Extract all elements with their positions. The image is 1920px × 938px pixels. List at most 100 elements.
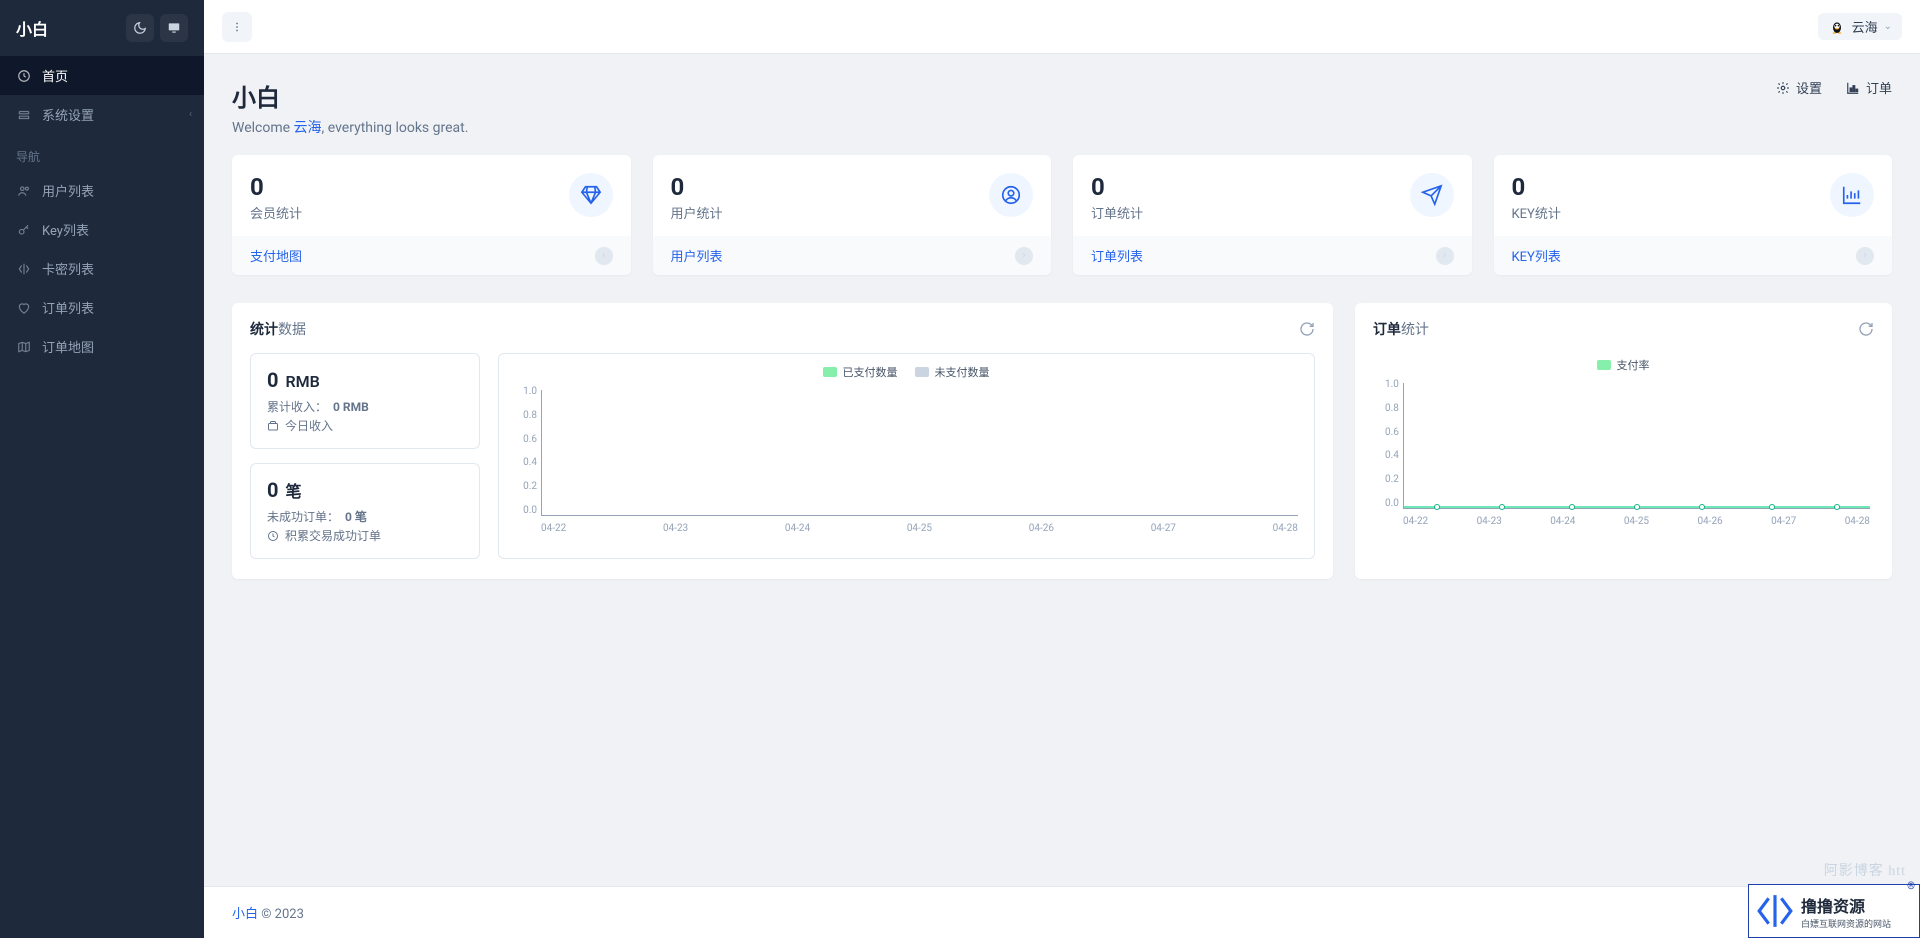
sidebar-item-users[interactable]: 用户列表 (0, 171, 204, 210)
chevron-left-icon: ‹ (189, 109, 192, 120)
sidebar-item-order-map[interactable]: 订单地图 (0, 327, 204, 366)
chevron-down-icon: ⌄ (1884, 21, 1892, 32)
refresh-button[interactable] (1299, 321, 1315, 337)
stat-label: 会员统计 (250, 203, 302, 222)
stats-row: 0 会员统计 支付地图 › 0 用户统计 用户列表 › (232, 155, 1892, 275)
x-axis: 04-2204-2304-2404-2504-2604-2704-28 (541, 523, 1298, 534)
monitor-button[interactable] (160, 14, 188, 42)
chart-payrate: 支付率 1.00.80.60.40.20.0 04-2204-2304-24 (1373, 353, 1874, 527)
stat-card-members: 0 会员统计 支付地图 › (232, 155, 631, 275)
sidebar-item-orders[interactable]: 订单列表 (0, 288, 204, 327)
refresh-button[interactable] (1858, 321, 1874, 337)
badge-subtitle: 白嫖互联网资源的网站 (1801, 917, 1891, 930)
stat-link[interactable]: 用户列表 (671, 246, 723, 265)
sidebar-item-label: 订单列表 (42, 298, 94, 317)
welcome-user-link[interactable]: 云海 (294, 120, 322, 136)
qq-penguin-icon (1828, 18, 1846, 36)
sidebar-item-settings[interactable]: 系统设置 ‹ (0, 95, 204, 134)
welcome-suffix: , everything looks great. (322, 120, 469, 136)
orders-link[interactable]: 订单 (1846, 78, 1892, 97)
footer-brand-link[interactable]: 小白 (232, 907, 258, 922)
refresh-icon (1299, 321, 1315, 337)
brand[interactable]: 小白 (16, 16, 48, 40)
mini-value: 0 笔 (267, 478, 463, 502)
key-icon (16, 222, 32, 238)
head-links: 设置 订单 (1776, 78, 1892, 97)
gear-icon (1776, 81, 1790, 95)
chart-payments: 已支付数量 未支付数量 1.00.80.60.40.20.0 04-2204-2… (498, 353, 1315, 559)
clock-icon (267, 530, 279, 542)
arrow-right-icon[interactable]: › (595, 247, 613, 265)
chart-area: 1.00.80.60.40.20.0 04-2204-2304-2404-250… (511, 386, 1302, 534)
map-icon (16, 339, 32, 355)
sidebar-item-label: 订单地图 (42, 337, 94, 356)
sidebar-header-icons (126, 14, 188, 42)
sidebar: 小白 首页 系统设置 ‹ 导航 用户列表 Key列表 卡密列表 订单列表 (0, 0, 204, 938)
more-button[interactable] (222, 12, 252, 42)
plot (541, 390, 1298, 516)
site-badge[interactable]: ® 撸撸资源 白嫖互联网资源的网站 (1748, 884, 1920, 938)
data-line (1404, 506, 1870, 508)
monitor-icon (167, 21, 181, 35)
refresh-icon (1858, 321, 1874, 337)
plot (1403, 383, 1870, 509)
stat-value: 0 (1091, 173, 1143, 201)
footer: 小白 © 2023 (204, 886, 1920, 938)
link-label: 订单 (1866, 78, 1892, 97)
footer-copyright: © 2023 (258, 907, 304, 922)
stat-link[interactable]: 订单列表 (1091, 246, 1143, 265)
panel-title: 订单统计 (1373, 319, 1429, 339)
legend-item[interactable]: 未支付数量 (915, 364, 989, 380)
chart-icon (1830, 173, 1874, 217)
sidebar-header: 小白 (0, 0, 204, 56)
chart-legend: 支付率 (1373, 357, 1874, 373)
dark-mode-toggle[interactable] (126, 14, 154, 42)
settings-icon (16, 107, 32, 123)
legend-item[interactable]: 已支付数量 (823, 364, 897, 380)
user-name: 云海 (1852, 17, 1878, 36)
wallet-icon (267, 420, 279, 432)
sidebar-item-home[interactable]: 首页 (0, 56, 204, 95)
stat-value: 0 (1512, 173, 1561, 201)
mini-card-orders: 0 笔 未成功订单：0 笔 积累交易成功订单 (250, 463, 480, 559)
moon-icon (133, 21, 147, 35)
panel-order-stats: 订单统计 支付率 1.00.80.60.40.20.0 (1355, 303, 1892, 579)
watermark: 阿影博客 htt (1824, 860, 1906, 880)
panel-title: 统计数据 (250, 319, 306, 339)
mini-card-income: 0 RMB 累计收入：0 RMB 今日收入 (250, 353, 480, 449)
mini-line: 积累交易成功订单 (267, 527, 463, 544)
dots-vertical-icon (230, 20, 244, 34)
user-menu[interactable]: 云海 ⌄ (1818, 13, 1902, 40)
stat-card-keys: 0 KEY统计 KEY列表› (1494, 155, 1893, 275)
sidebar-item-label: 系统设置 (42, 105, 94, 124)
legend-item[interactable]: 支付率 (1597, 357, 1649, 373)
panels-row: 统计数据 0 RMB 累计收入：0 RMB 今日收入 (232, 303, 1892, 579)
bar-chart-icon (1846, 81, 1860, 95)
main: 云海 ⌄ 小白 Welcome 云海, everything looks gre… (204, 0, 1920, 938)
settings-link[interactable]: 设置 (1776, 78, 1822, 97)
mini-line: 今日收入 (267, 417, 463, 434)
stat-card-users: 0 用户统计 用户列表 › (653, 155, 1052, 275)
arrow-right-icon[interactable]: › (1015, 247, 1033, 265)
sidebar-item-keys[interactable]: Key列表 (0, 210, 204, 249)
dashboard-icon (16, 68, 32, 84)
arrow-right-icon[interactable]: › (1856, 247, 1874, 265)
page-subtitle: Welcome 云海, everything looks great. (232, 117, 468, 137)
diamond-icon (569, 173, 613, 217)
content: 小白 Welcome 云海, everything looks great. 设… (204, 54, 1920, 886)
stat-link[interactable]: 支付地图 (250, 246, 302, 265)
sidebar-item-cards[interactable]: 卡密列表 (0, 249, 204, 288)
stat-link[interactable]: KEY列表 (1512, 246, 1561, 265)
arrow-right-icon[interactable]: › (1436, 247, 1454, 265)
stat-value: 0 (671, 173, 723, 201)
chart-legend: 已支付数量 未支付数量 (511, 364, 1302, 380)
badge-logo-icon (1755, 891, 1795, 931)
sidebar-item-label: 卡密列表 (42, 259, 94, 278)
badge-title: 撸撸资源 (1801, 893, 1891, 917)
panel-statistics: 统计数据 0 RMB 累计收入：0 RMB 今日收入 (232, 303, 1333, 579)
chart-area: 1.00.80.60.40.20.0 04-2204-2304-2404-250… (1373, 379, 1874, 527)
send-icon (1410, 173, 1454, 217)
stat-value: 0 (250, 173, 302, 201)
stat-label: 用户统计 (671, 203, 723, 222)
nav-section-title: 导航 (0, 134, 204, 171)
